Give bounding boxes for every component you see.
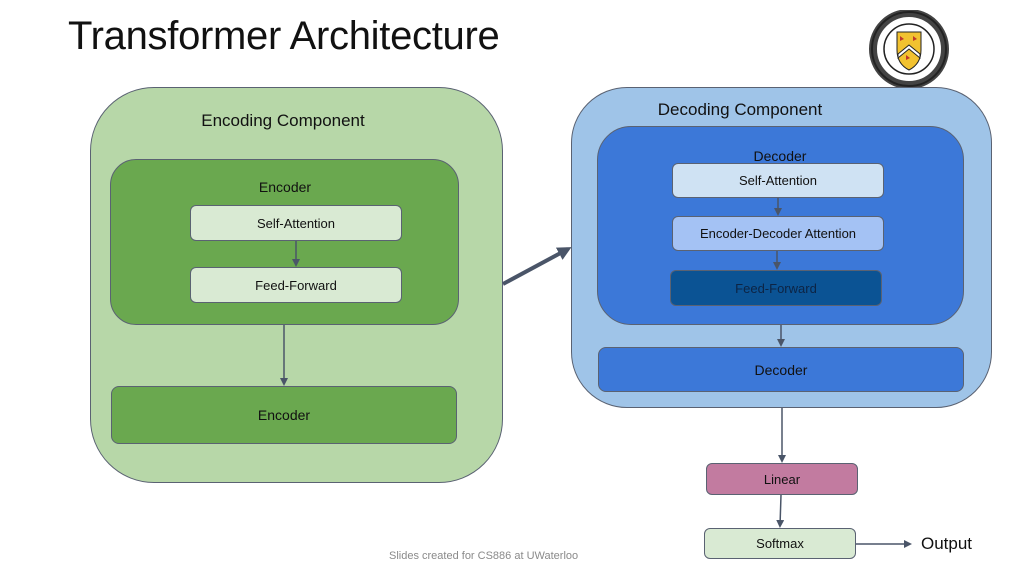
encoder-to-decoder-arrow — [502, 247, 572, 286]
decoder-encoder-decoder-attention-layer: Encoder-Decoder Attention — [672, 216, 884, 251]
slide-title: Transformer Architecture — [68, 14, 500, 58]
encoder-detail-label: Encoder — [258, 179, 312, 195]
output-label: Output — [921, 534, 973, 553]
linear-to-softmax-arrow — [776, 494, 785, 528]
stacked-decoder-block: Decoder — [598, 347, 964, 392]
encoder-self-attention-layer: Self-Attention — [190, 205, 402, 241]
linear-layer: Linear — [706, 463, 858, 495]
university-crest-icon — [869, 9, 949, 89]
encoder-feed-forward-layer: Feed-Forward — [190, 267, 402, 303]
decoder-detail-label: Decoder — [753, 148, 807, 164]
encoding-component-label: Encoding Component — [201, 111, 365, 130]
softmax-layer: Softmax — [704, 528, 856, 559]
decoder-feed-forward-layer: Feed-Forward — [670, 270, 882, 306]
decoder-self-attention-layer: Self-Attention — [672, 163, 884, 198]
decoding-component-label: Decoding Component — [657, 100, 823, 119]
slide-footer: Slides created for CS886 at UWaterloo — [389, 550, 579, 562]
stacked-encoder-block: Encoder — [111, 386, 457, 444]
